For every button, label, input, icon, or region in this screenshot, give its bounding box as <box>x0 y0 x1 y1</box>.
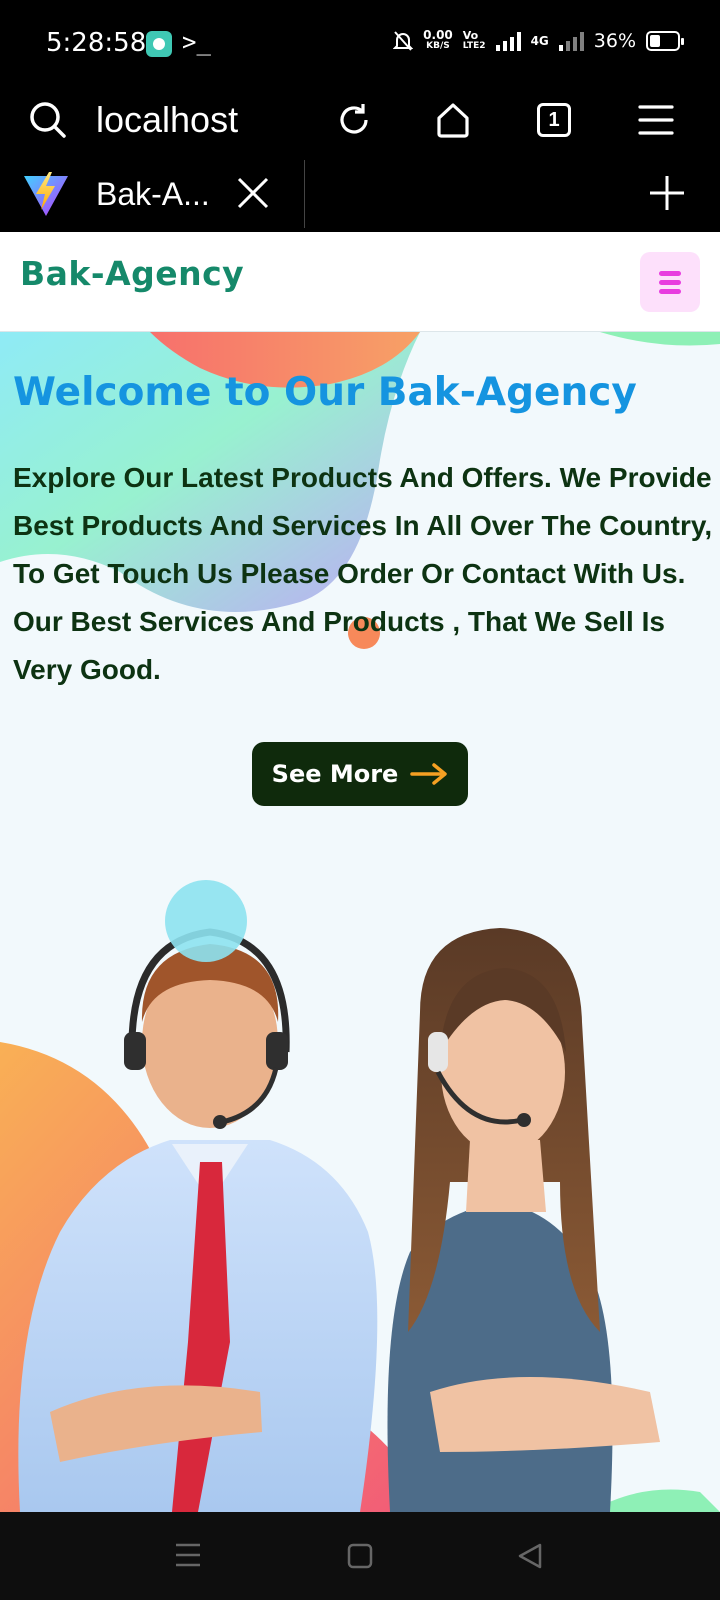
signal-2-icon <box>558 31 584 51</box>
reload-icon[interactable] <box>326 92 382 148</box>
volte-badge: Vo LTE2 <box>463 30 486 52</box>
signal-icon <box>495 31 521 51</box>
terminal-icon: >_ <box>182 28 211 56</box>
net-speed: 0.00 KB/S <box>423 28 453 52</box>
home-icon[interactable] <box>425 92 481 148</box>
back-icon[interactable] <box>516 1542 544 1575</box>
hamburger-menu-button[interactable] <box>640 252 700 312</box>
status-bar: 5:28:58 >_ 0.00 KB/S Vo LTE2 4G 36% <box>0 0 720 84</box>
see-more-button[interactable]: See More <box>252 742 468 806</box>
tab-strip: Bak-A... <box>0 156 720 232</box>
tab-title[interactable]: Bak-A... <box>96 174 210 214</box>
arrow-right-icon <box>410 763 448 785</box>
hero-section: Welcome to Our Bak-Agency Explore Our La… <box>0 332 720 1512</box>
system-nav-bar <box>0 1512 720 1600</box>
net-speed-value: 0.00 <box>423 28 453 42</box>
site-navbar: Bak-Agency <box>0 232 720 332</box>
hero-description: Explore Our Latest Products And Offers. … <box>13 462 713 685</box>
volte-sub: LTE2 <box>462 41 486 51</box>
mute-bell-icon <box>393 31 414 51</box>
tabs-button[interactable]: 1 <box>526 92 582 148</box>
status-indicators: 0.00 KB/S Vo LTE2 4G 36% <box>393 28 684 52</box>
new-tab-icon[interactable] <box>648 174 686 217</box>
tab-count: 1 <box>537 103 571 137</box>
home-nav-icon[interactable] <box>346 1542 374 1575</box>
app-notification-icon <box>146 31 172 57</box>
close-tab-icon[interactable] <box>236 176 270 215</box>
hero-title: Welcome to Our Bak-Agency <box>13 370 637 415</box>
volte-label: Vo <box>462 29 479 42</box>
recent-apps-icon[interactable] <box>174 1542 202 1573</box>
battery-icon <box>646 31 684 51</box>
tab-divider <box>304 160 305 228</box>
url-field[interactable]: localhost <box>96 92 238 148</box>
network-type: 4G <box>530 34 549 48</box>
menu-icon[interactable] <box>628 92 684 148</box>
see-more-label: See More <box>271 760 399 788</box>
battery-percent: 36% <box>593 30 636 52</box>
web-page: Bak-Agency Welcome to Our Bak-Agency Exp… <box>0 232 720 1512</box>
search-icon[interactable] <box>20 92 76 148</box>
brand-logo[interactable]: Bak-Agency <box>20 254 244 293</box>
vite-favicon-icon <box>22 170 70 223</box>
status-time: 5:28:58 <box>46 28 147 58</box>
browser-toolbar: localhost 1 <box>0 84 720 156</box>
net-speed-unit: KB/S <box>426 41 450 51</box>
decorative-circle <box>165 880 247 962</box>
